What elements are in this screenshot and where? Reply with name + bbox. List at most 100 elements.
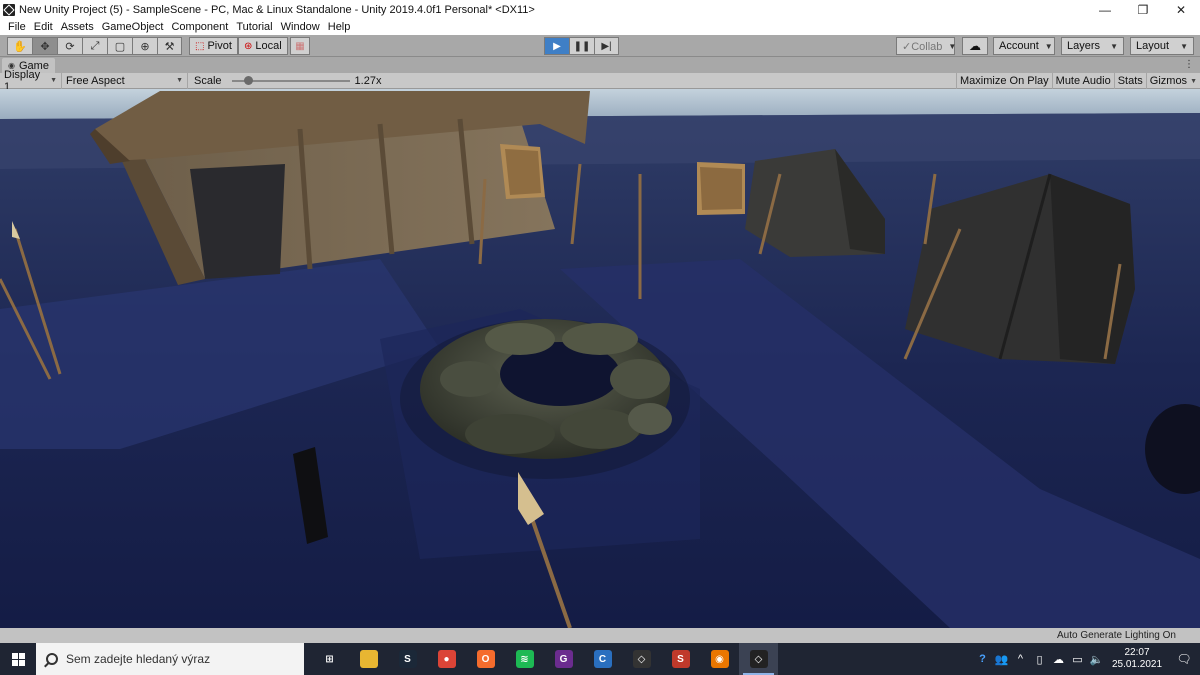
cloud-button[interactable]: ☁	[962, 37, 988, 55]
scale-slider-thumb[interactable]	[244, 75, 254, 85]
status-bar: Auto Generate Lighting On	[0, 628, 1200, 643]
notifications-icon[interactable]: 🗨	[1168, 643, 1200, 675]
unity-hub-icon: ◇	[632, 650, 651, 668]
rect-tool-icon[interactable]: ▢	[107, 37, 132, 55]
transform-tool-icon[interactable]: ⊕	[132, 37, 157, 55]
origin-icon: O	[476, 650, 495, 668]
step-button[interactable]: ▶|	[594, 37, 619, 55]
window-titlebar: New Unity Project (5) - SampleScene - PC…	[0, 0, 1200, 19]
taskbar-app-substance[interactable]: S	[661, 643, 700, 675]
aspect-dropdown[interactable]: Free Aspect ▼	[62, 72, 188, 89]
game-scene-render	[0, 89, 1200, 628]
collab-dropdown[interactable]: ✓Collab ▼	[896, 37, 957, 55]
taskbar-app-unity-hub[interactable]: ◇	[622, 643, 661, 675]
system-tray: ? 👥 ^ ▯ ☁ ▭ 🔈 22:07 25.01.2021 🗨	[973, 643, 1200, 675]
scale-value: 1.27x	[354, 74, 382, 87]
account-dropdown[interactable]: Account ▼	[993, 37, 1055, 55]
game-view-bar: Display 1 ▼ Free Aspect ▼ Scale 1.27x Ma…	[0, 69, 1200, 93]
taskbar-app-task-view[interactable]: ⊞	[310, 643, 349, 675]
collab-label: ✓Collab	[902, 40, 943, 53]
search-icon	[46, 653, 58, 665]
people-icon[interactable]: 👥	[992, 643, 1011, 675]
layout-dropdown[interactable]: Layout ▼	[1130, 37, 1194, 55]
game-view-toggles: Maximize On Play Mute Audio Stats Gizmos…	[956, 73, 1200, 89]
close-button[interactable]: ✕	[1162, 0, 1200, 19]
scale-tool-icon[interactable]: ⤢	[82, 37, 107, 55]
chevron-down-icon: ▼	[948, 41, 957, 51]
move-tool-icon[interactable]: ✥	[32, 37, 57, 55]
chevron-down-icon: ▼	[1110, 41, 1118, 51]
menu-bar: File Edit Assets GameObject Component Tu…	[0, 19, 1200, 35]
menu-edit[interactable]: Edit	[30, 21, 57, 33]
check-icon: ✓	[902, 40, 912, 53]
local-toggle[interactable]: ⊛ Local	[238, 37, 288, 55]
stone-fire-ring	[400, 319, 690, 479]
steam-icon: S	[398, 650, 417, 668]
menu-component[interactable]: Component	[167, 21, 232, 33]
taskbar-app-gog[interactable]: G	[544, 643, 583, 675]
file-explorer-icon	[359, 650, 378, 668]
play-button[interactable]: ▶	[544, 37, 569, 55]
custom-tool-icon[interactable]: ⚒	[157, 37, 182, 55]
taskbar-app-steam[interactable]: S	[388, 643, 427, 675]
chevron-down-icon: ▼	[1180, 41, 1188, 51]
hand-tool-icon[interactable]: ✋	[7, 37, 32, 55]
mute-audio-toggle[interactable]: Mute Audio	[1051, 73, 1114, 89]
pause-button[interactable]: ❚❚	[569, 37, 594, 55]
battery-icon[interactable]: ▭	[1068, 643, 1087, 675]
menu-tutorial[interactable]: Tutorial	[232, 21, 276, 33]
menu-gameobject[interactable]: GameObject	[98, 21, 168, 33]
pivot-label: Pivot	[207, 40, 232, 52]
unity-editor-icon: ◇	[749, 650, 768, 668]
start-button[interactable]	[0, 643, 36, 675]
menu-help[interactable]: Help	[324, 21, 355, 33]
rotate-tool-icon[interactable]: ⟳	[57, 37, 82, 55]
window-controls: — ❐ ✕	[1086, 0, 1200, 19]
menu-window[interactable]: Window	[277, 21, 324, 33]
maximize-on-play-toggle[interactable]: Maximize On Play	[956, 73, 1052, 89]
windows-logo-icon	[11, 652, 25, 666]
chevron-up-icon[interactable]: ^	[1011, 643, 1030, 675]
display-dropdown[interactable]: Display 1 ▼	[0, 69, 62, 93]
tab-menu-icon[interactable]: ⋮	[1184, 59, 1194, 70]
taskbar-app-spotify[interactable]: ≋	[505, 643, 544, 675]
taskbar-app-chrome[interactable]: ●	[427, 643, 466, 675]
volume-icon[interactable]: 🔈	[1087, 643, 1106, 675]
chevron-down-icon: ▼	[50, 77, 57, 84]
menu-file[interactable]: File	[4, 21, 30, 33]
local-icon: ⊛	[244, 40, 253, 52]
substance-icon: S	[671, 650, 690, 668]
cloud-icon: ☁	[969, 39, 981, 53]
clock[interactable]: 22:07 25.01.2021	[1106, 647, 1168, 671]
scale-slider[interactable]	[231, 75, 350, 85]
transform-tools: ✋ ✥ ⟳ ⤢ ▢ ⊕ ⚒	[7, 37, 182, 55]
taskbar-app-ccleaner[interactable]: C	[583, 643, 622, 675]
taskbar-app-file-explorer[interactable]	[349, 643, 388, 675]
layout-label: Layout	[1136, 40, 1170, 52]
spotify-icon: ≋	[515, 650, 534, 668]
maximize-button[interactable]: ❐	[1124, 0, 1162, 19]
pivot-toggle[interactable]: ⬚ Pivot	[189, 37, 238, 55]
taskbar-app-unity-editor[interactable]: ◇	[739, 643, 778, 675]
chevron-down-icon: ▼	[1190, 77, 1197, 85]
clock-time: 22:07	[1124, 647, 1150, 658]
taskbar-app-origin[interactable]: O	[466, 643, 505, 675]
windows-taskbar: Sem zadejte hledaný výraz ⊞ S ● O ≋ G C ◇ S ◉ ◇ ? …	[0, 643, 1200, 675]
snap-icon[interactable]: ▦	[290, 37, 310, 55]
chrome-icon: ●	[437, 650, 456, 668]
stats-toggle[interactable]: Stats	[1113, 73, 1146, 89]
gizmos-dropdown[interactable]: Gizmos ▼	[1145, 73, 1200, 89]
game-viewport[interactable]	[0, 89, 1200, 628]
taskbar-app-blender[interactable]: ◉	[700, 643, 739, 675]
menu-assets[interactable]: Assets	[57, 21, 98, 33]
taskbar-search[interactable]: Sem zadejte hledaný výraz	[36, 643, 304, 675]
cloud-icon[interactable]: ☁	[1049, 643, 1068, 675]
layers-label: Layers	[1067, 40, 1101, 52]
device-icon[interactable]: ▯	[1030, 643, 1049, 675]
layers-dropdown[interactable]: Layers ▼	[1061, 37, 1124, 55]
taskbar-apps: ⊞ S ● O ≋ G C ◇ S ◉ ◇	[310, 643, 778, 675]
minimize-button[interactable]: —	[1086, 0, 1124, 19]
help-icon[interactable]: ?	[973, 643, 992, 675]
account-label: Account	[999, 40, 1039, 52]
chevron-down-icon: ▼	[1044, 41, 1053, 51]
